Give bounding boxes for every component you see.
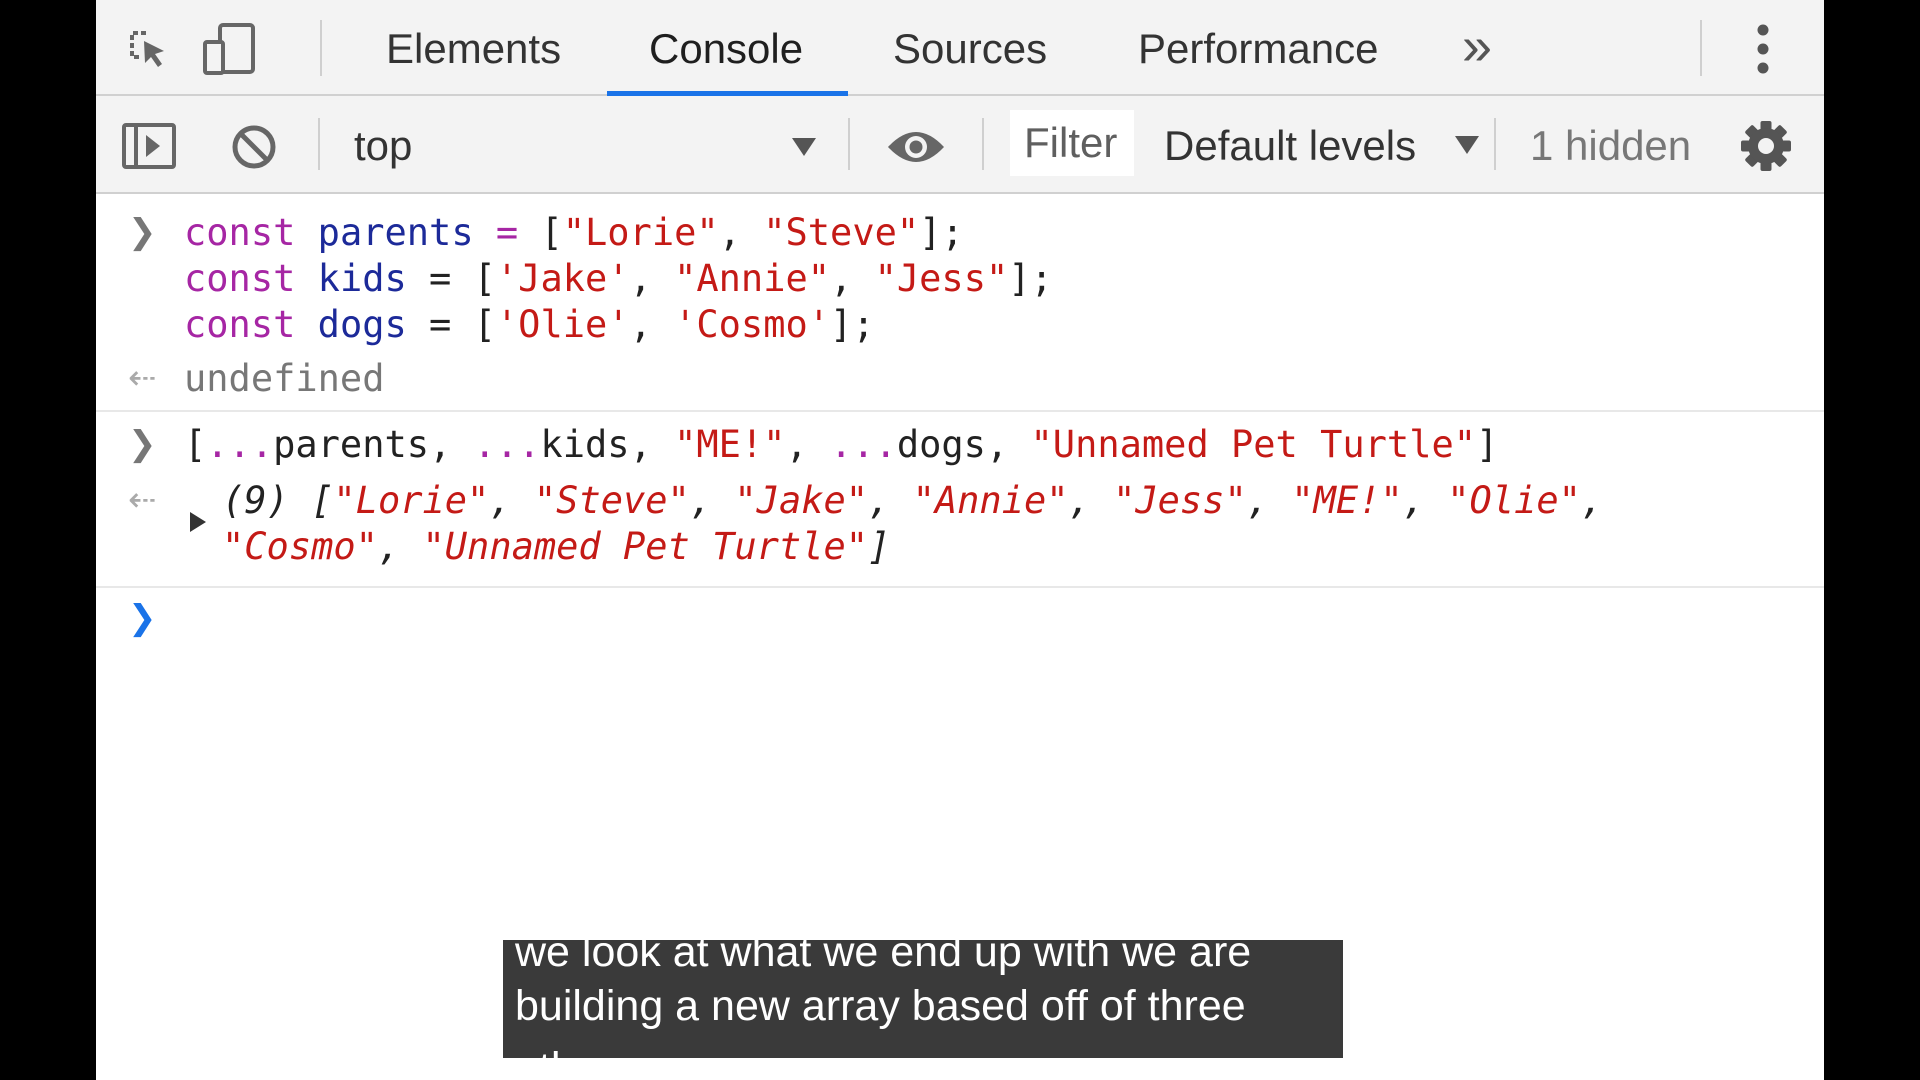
array-preview-line-1[interactable]: (9) ["Lorie", "Steve", "Jake", "Annie", …: [222, 478, 1603, 524]
input-prompt-icon: ❯: [128, 424, 157, 464]
tab-elements[interactable]: Elements: [386, 0, 561, 96]
hidden-messages-count: 1 hidden: [1530, 122, 1692, 169]
inspect-element-icon[interactable]: [126, 27, 170, 71]
console-result-entry: ⇠ (9) ["Lorie", "Steve", "Jake", "Annie"…: [96, 474, 1824, 588]
tab-console[interactable]: Console: [649, 0, 803, 96]
toolbar-divider-3: [982, 118, 984, 170]
console-settings-gear-icon[interactable]: [1740, 120, 1792, 172]
tab-sources[interactable]: Sources: [893, 0, 1047, 96]
code-line: [...parents, ...kids, "ME!", ...dogs, "U…: [184, 423, 1499, 466]
console-result-entry: ⇠ undefined: [96, 352, 1824, 412]
devtools-panel: Elements Console Sources Performance » t…: [96, 0, 1824, 1080]
code-line: const kids = ['Jake', "Annie", "Jess"];: [184, 257, 1053, 300]
devtools-tab-bar: Elements Console Sources Performance »: [96, 0, 1824, 96]
input-prompt-icon: ❯: [128, 212, 157, 252]
result-value: undefined: [184, 357, 385, 400]
console-prompt-line[interactable]: ❯: [96, 588, 1824, 658]
default-levels-dropdown[interactable]: Default levels: [1164, 96, 1416, 192]
more-tabs-chevron-icon[interactable]: »: [1462, 0, 1492, 96]
expand-array-triangle-icon[interactable]: [188, 510, 208, 534]
console-input-entry: ❯ [...parents, ...kids, "ME!", ...dogs, …: [96, 412, 1824, 474]
result-arrow-icon: ⇠: [128, 358, 157, 398]
console-output: ❯ const parents = ["Lorie", "Steve"]; co…: [96, 194, 1824, 658]
caption-line: we look at what we end up with we are: [515, 940, 1252, 976]
toolbar-divider: [318, 118, 320, 170]
context-selector[interactable]: top: [354, 96, 412, 192]
active-prompt-icon: ❯: [128, 598, 157, 638]
code-line: const parents = ["Lorie", "Steve"];: [184, 211, 964, 254]
filter-input[interactable]: [1010, 110, 1134, 176]
toolbar-divider-2: [848, 118, 850, 170]
toolbar-divider-4: [1494, 118, 1496, 170]
video-caption: we look at what we end up with we are bu…: [503, 940, 1343, 1058]
device-toolbar-icon[interactable]: [202, 22, 258, 76]
result-arrow-icon: ⇠: [128, 480, 157, 520]
kebab-menu-icon[interactable]: [1756, 24, 1770, 74]
caption-line: other: [515, 1044, 613, 1058]
console-input-entry: ❯ const parents = ["Lorie", "Steve"]; co…: [96, 194, 1824, 352]
live-expression-eye-icon[interactable]: [886, 127, 946, 167]
filter-field[interactable]: [1010, 110, 1134, 176]
caption-line: building a new array based off of three: [515, 982, 1246, 1030]
console-toolbar: top Default levels 1 hidden: [96, 96, 1824, 194]
levels-dropdown-arrow-icon[interactable]: [1454, 134, 1480, 156]
tab-performance[interactable]: Performance: [1138, 0, 1378, 96]
clear-console-icon[interactable]: [230, 123, 278, 171]
context-dropdown-arrow-icon[interactable]: [790, 136, 818, 158]
array-preview-line-2[interactable]: "Cosmo", "Unnamed Pet Turtle"]: [222, 524, 890, 570]
tab-bar-divider: [320, 20, 322, 76]
code-line: const dogs = ['Olie', 'Cosmo'];: [184, 303, 875, 346]
show-sidebar-icon[interactable]: [122, 123, 176, 169]
tab-bar-divider-right: [1700, 20, 1702, 76]
